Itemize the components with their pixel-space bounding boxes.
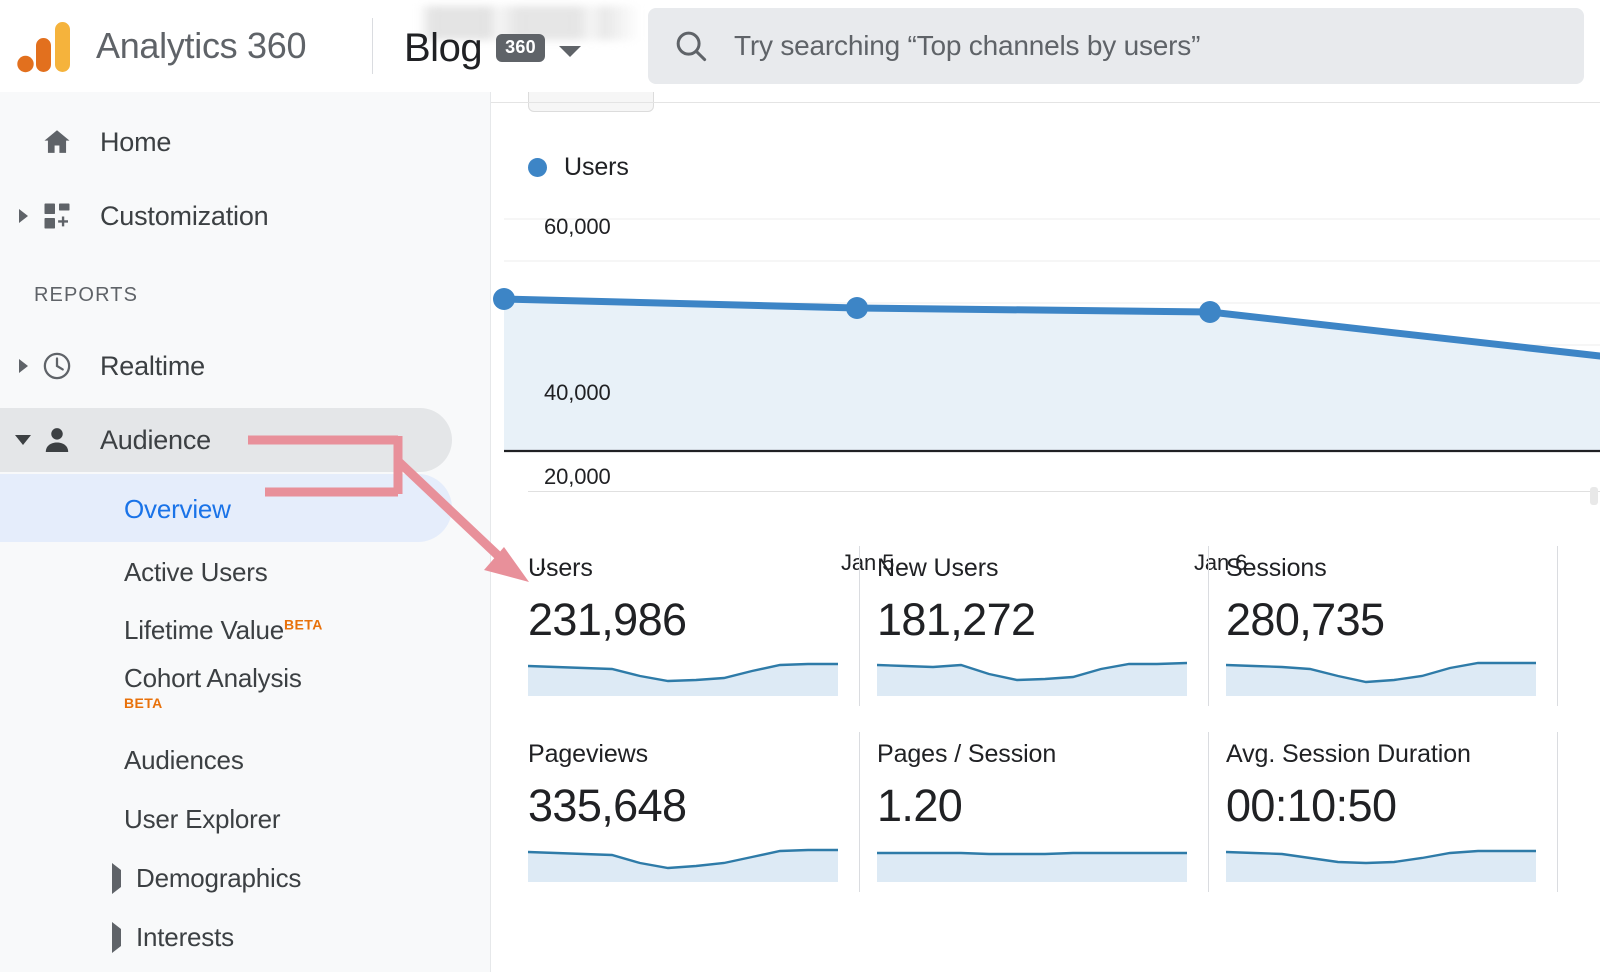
sidebar-item-label: Audiences	[124, 745, 244, 775]
sidebar-item-active-users[interactable]: Active Users	[0, 542, 490, 602]
chevron-right-icon[interactable]	[112, 921, 121, 953]
sidebar-item-label: Home	[100, 126, 172, 157]
metric-card-users[interactable]: Users 231,986	[528, 554, 878, 696]
chart-data-point	[1199, 301, 1221, 323]
chart-bottom-divider	[528, 491, 1600, 492]
legend-label: Users	[564, 153, 629, 181]
brand-title: Analytics 360	[96, 25, 307, 66]
sidebar-item-label: Cohort Analysis	[124, 663, 302, 693]
metric-value: 00:10:50	[1226, 780, 1397, 831]
sidebar-item-label: Active Users	[124, 556, 268, 587]
sidebar-item-label: Customization	[100, 200, 269, 231]
chart-legend[interactable]: Users	[528, 153, 629, 182]
sidebar-item-home[interactable]: Home	[0, 106, 490, 178]
analytics-bars-logo[interactable]	[14, 18, 76, 80]
search-bar[interactable]: Try searching “Top channels by users”	[648, 8, 1584, 84]
metric-sparkline	[1226, 661, 1536, 696]
chart-data-point	[493, 288, 515, 310]
metric-value: 280,735	[1226, 594, 1385, 645]
clock-icon	[36, 350, 78, 382]
chart-ytick-label: 60,000	[544, 214, 611, 239]
sidebar-item-customization[interactable]: Customization	[0, 180, 490, 252]
sidebar-item-overview[interactable]: Overview	[0, 474, 490, 542]
metric-title: Sessions	[1226, 554, 1327, 582]
search-input[interactable]: Try searching “Top channels by users”	[734, 8, 1200, 84]
metric-card-pages-per-session[interactable]: Pages / Session 1.20	[877, 740, 1227, 882]
sidebar-item-cohort-analysis[interactable]: Cohort Analysis BETA	[0, 659, 490, 731]
sidebar-item-lifetime-value[interactable]: Lifetime ValueBETA	[0, 602, 490, 659]
property-360-badge: 360	[496, 34, 545, 62]
metric-title: New Users	[877, 554, 999, 582]
metric-cards-grid: Users 231,986 New Users 181,272 Sessions…	[491, 494, 1600, 972]
sidebar-section-reports: REPORTS	[34, 283, 139, 306]
beta-badge: BETA	[284, 616, 323, 633]
metric-value: 181,272	[877, 594, 1036, 645]
chevron-right-icon[interactable]	[112, 862, 121, 894]
property-selector[interactable]: Blog 360	[404, 10, 581, 86]
property-name: Blog	[404, 26, 483, 70]
sidebar-item-text: Lifetime Value	[124, 615, 285, 645]
sidebar-item-label: Lifetime ValueBETA	[124, 615, 323, 646]
chart-ytick-label: 40,000	[544, 380, 611, 405]
metric-sparkline	[528, 848, 838, 882]
sidebar-item-label: Demographics	[136, 863, 302, 893]
metric-title: Users	[528, 554, 593, 582]
top-bar: Analytics 360 Blog 360 Try searching “To…	[0, 0, 1600, 92]
metric-card-pageviews[interactable]: Pageviews 335,648	[528, 740, 878, 882]
metric-card-avg-session-duration[interactable]: Avg. Session Duration 00:10:50	[1226, 740, 1576, 882]
sidebar-item-audiences[interactable]: Audiences	[0, 731, 490, 790]
person-icon	[36, 424, 78, 456]
sidebar-item-label: Realtime	[100, 350, 205, 381]
sidebar-item-realtime[interactable]: Realtime	[0, 330, 490, 402]
main-content: Users 60,000 40,000 20,000 ... Jan 5 Jan…	[491, 92, 1600, 972]
metric-card-new-users[interactable]: New Users 181,272	[877, 554, 1227, 696]
chevron-right-icon[interactable]	[12, 209, 34, 223]
analytics-app-window: Analytics 360 Blog 360 Try searching “To…	[0, 0, 1600, 972]
metric-title: Pages / Session	[877, 740, 1057, 768]
legend-color-swatch	[528, 158, 547, 177]
metric-value: 1.20	[877, 780, 963, 831]
sidebar-item-audience[interactable]: Audience	[0, 404, 490, 476]
metric-sparkline	[1226, 849, 1536, 882]
sidebar-item-label: Interests	[136, 922, 234, 952]
chart-data-point	[846, 297, 868, 319]
sidebar-item-demographics[interactable]: Demographics	[0, 849, 490, 908]
chevron-down-icon[interactable]	[12, 435, 34, 445]
users-over-time-chart: Users 60,000 40,000 20,000 ... Jan 5 Jan…	[491, 103, 1600, 575]
metric-card-sessions[interactable]: Sessions 280,735	[1226, 554, 1576, 696]
metric-sparkline	[877, 851, 1187, 882]
sidebar-item-label: Overview	[124, 493, 231, 524]
chart-area-fill	[504, 299, 1600, 451]
metric-value: 231,986	[528, 594, 687, 645]
metric-title: Pageviews	[528, 740, 648, 768]
chart-ytick-label: 20,000	[544, 464, 611, 489]
sidebar-item-label: Audience	[100, 424, 211, 455]
search-icon	[648, 27, 734, 65]
sidebar-item-label: User Explorer	[124, 804, 281, 834]
metric-value: 335,648	[528, 780, 687, 831]
customization-grid-icon	[36, 201, 78, 231]
metric-title: Avg. Session Duration	[1226, 740, 1471, 768]
sidebar-navigation: Home Customization REPORTS Realtime Audi…	[0, 92, 491, 972]
metric-sparkline	[877, 661, 1187, 696]
sidebar-item-interests[interactable]: Interests	[0, 908, 490, 967]
chevron-down-icon[interactable]	[559, 45, 581, 57]
chart-plot-area	[491, 199, 1600, 459]
beta-badge: BETA	[124, 695, 163, 711]
home-icon	[36, 126, 78, 158]
metric-sparkline	[528, 662, 838, 696]
chevron-right-icon[interactable]	[12, 359, 34, 373]
sidebar-item-user-explorer[interactable]: User Explorer	[0, 790, 490, 849]
header-divider	[372, 18, 373, 74]
